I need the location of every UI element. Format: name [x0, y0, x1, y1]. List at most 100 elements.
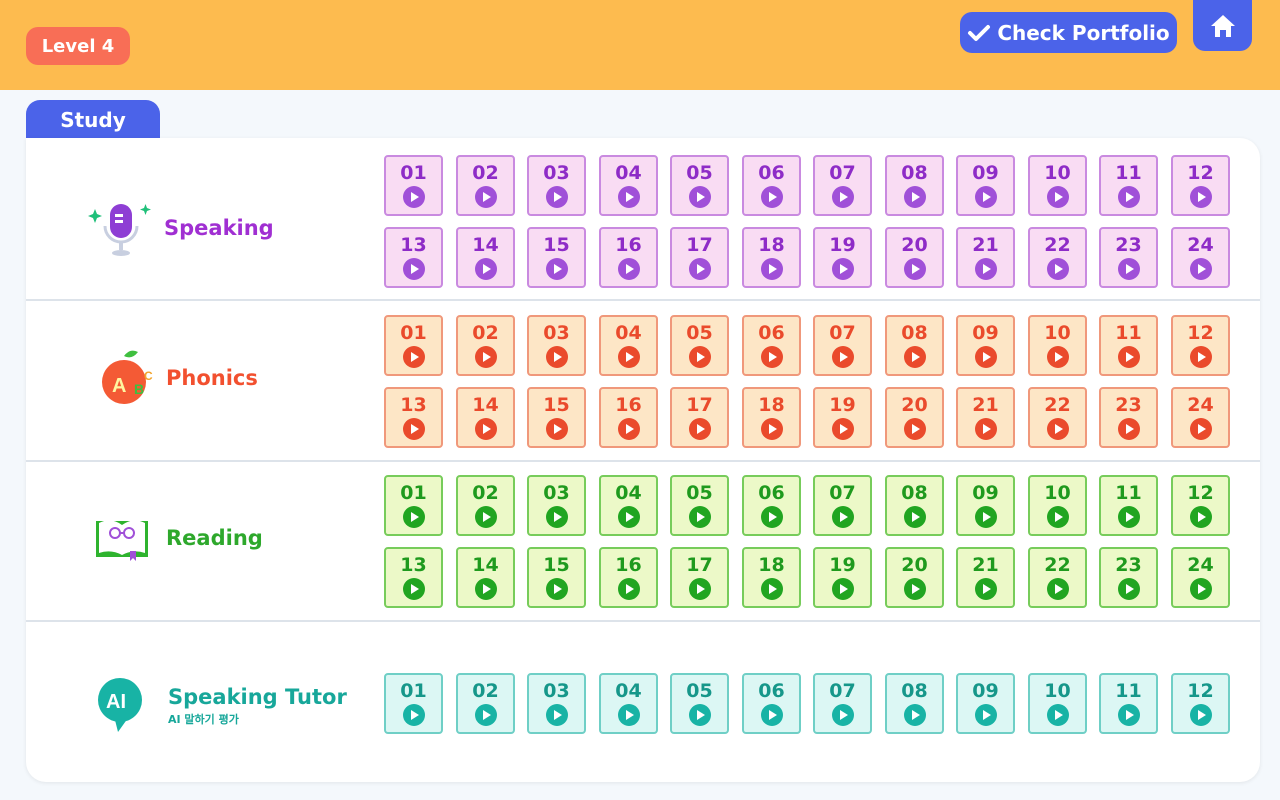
- speaking-lesson-21[interactable]: 21: [956, 227, 1015, 288]
- reading-lesson-05[interactable]: 05: [670, 475, 729, 536]
- ai_tutor-lesson-07[interactable]: 07: [813, 673, 872, 734]
- reading-lesson-18[interactable]: 18: [742, 547, 801, 608]
- lesson-number: 12: [1187, 680, 1214, 702]
- phonics-lesson-11[interactable]: 11: [1099, 315, 1158, 376]
- reading-lesson-22[interactable]: 22: [1028, 547, 1087, 608]
- phonics-lesson-10[interactable]: 10: [1028, 315, 1087, 376]
- reading-lesson-03[interactable]: 03: [527, 475, 586, 536]
- ai_tutor-lesson-03[interactable]: 03: [527, 673, 586, 734]
- speaking-lesson-01[interactable]: 01: [384, 155, 443, 216]
- phonics-lesson-05[interactable]: 05: [670, 315, 729, 376]
- reading-lesson-04[interactable]: 04: [599, 475, 658, 536]
- reading-lesson-20[interactable]: 20: [885, 547, 944, 608]
- ai_tutor-lesson-02[interactable]: 02: [456, 673, 515, 734]
- lesson-number: 23: [1115, 394, 1142, 416]
- speaking-lesson-07[interactable]: 07: [813, 155, 872, 216]
- phonics-lesson-20[interactable]: 20: [885, 387, 944, 448]
- lesson-number: 03: [543, 162, 570, 184]
- speaking-lesson-02[interactable]: 02: [456, 155, 515, 216]
- phonics-lesson-19[interactable]: 19: [813, 387, 872, 448]
- ai_tutor-lesson-01[interactable]: 01: [384, 673, 443, 734]
- reading-lesson-23[interactable]: 23: [1099, 547, 1158, 608]
- ai_tutor-lesson-06[interactable]: 06: [742, 673, 801, 734]
- speaking-lesson-17[interactable]: 17: [670, 227, 729, 288]
- reading-lesson-08[interactable]: 08: [885, 475, 944, 536]
- phonics-lesson-03[interactable]: 03: [527, 315, 586, 376]
- phonics-lesson-08[interactable]: 08: [885, 315, 944, 376]
- reading-lesson-24[interactable]: 24: [1171, 547, 1230, 608]
- reading-lesson-16[interactable]: 16: [599, 547, 658, 608]
- ai_tutor-lesson-04[interactable]: 04: [599, 673, 658, 734]
- speaking-lesson-11[interactable]: 11: [1099, 155, 1158, 216]
- speaking-lesson-20[interactable]: 20: [885, 227, 944, 288]
- lesson-number: 06: [758, 680, 785, 702]
- speaking-lesson-10[interactable]: 10: [1028, 155, 1087, 216]
- speaking-lesson-03[interactable]: 03: [527, 155, 586, 216]
- phonics-lesson-01[interactable]: 01: [384, 315, 443, 376]
- reading-lesson-19[interactable]: 19: [813, 547, 872, 608]
- speaking-lesson-19[interactable]: 19: [813, 227, 872, 288]
- lesson-number: 14: [472, 234, 499, 256]
- speaking-lesson-09[interactable]: 09: [956, 155, 1015, 216]
- ai_tutor-lesson-09[interactable]: 09: [956, 673, 1015, 734]
- phonics-lesson-14[interactable]: 14: [456, 387, 515, 448]
- phonics-lesson-07[interactable]: 07: [813, 315, 872, 376]
- lesson-number: 08: [901, 482, 928, 504]
- reading-lesson-11[interactable]: 11: [1099, 475, 1158, 536]
- ai_tutor-lesson-12[interactable]: 12: [1171, 673, 1230, 734]
- ai_tutor-lesson-10[interactable]: 10: [1028, 673, 1087, 734]
- speaking-lesson-22[interactable]: 22: [1028, 227, 1087, 288]
- reading-lesson-12[interactable]: 12: [1171, 475, 1230, 536]
- phonics-lesson-21[interactable]: 21: [956, 387, 1015, 448]
- reading-lesson-07[interactable]: 07: [813, 475, 872, 536]
- reading-lesson-14[interactable]: 14: [456, 547, 515, 608]
- reading-lesson-21[interactable]: 21: [956, 547, 1015, 608]
- play-icon: [688, 418, 711, 440]
- speaking-lesson-16[interactable]: 16: [599, 227, 658, 288]
- phonics-lesson-24[interactable]: 24: [1171, 387, 1230, 448]
- speaking-lesson-08[interactable]: 08: [885, 155, 944, 216]
- phonics-lesson-17[interactable]: 17: [670, 387, 729, 448]
- check-portfolio-button[interactable]: Check Portfolio: [960, 12, 1177, 53]
- speaking-lesson-06[interactable]: 06: [742, 155, 801, 216]
- reading-lesson-02[interactable]: 02: [456, 475, 515, 536]
- speaking-lesson-13[interactable]: 13: [384, 227, 443, 288]
- reading-lesson-10[interactable]: 10: [1028, 475, 1087, 536]
- speaking-lesson-04[interactable]: 04: [599, 155, 658, 216]
- ai_tutor-lesson-05[interactable]: 05: [670, 673, 729, 734]
- phonics-lesson-04[interactable]: 04: [599, 315, 658, 376]
- reading-lesson-09[interactable]: 09: [956, 475, 1015, 536]
- home-button[interactable]: [1193, 0, 1252, 51]
- speaking-row-label: Speaking: [88, 198, 274, 258]
- speaking-lesson-24[interactable]: 24: [1171, 227, 1230, 288]
- phonics-lesson-12[interactable]: 12: [1171, 315, 1230, 376]
- phonics-lesson-06[interactable]: 06: [742, 315, 801, 376]
- speaking-lesson-23[interactable]: 23: [1099, 227, 1158, 288]
- reading-lesson-01[interactable]: 01: [384, 475, 443, 536]
- reading-lesson-17[interactable]: 17: [670, 547, 729, 608]
- phonics-lesson-22[interactable]: 22: [1028, 387, 1087, 448]
- speaking-lesson-05[interactable]: 05: [670, 155, 729, 216]
- lesson-number: 19: [829, 554, 856, 576]
- lesson-number: 17: [686, 394, 713, 416]
- phonics-lesson-16[interactable]: 16: [599, 387, 658, 448]
- lesson-number: 10: [1044, 322, 1071, 344]
- phonics-lesson-02[interactable]: 02: [456, 315, 515, 376]
- phonics-lesson-23[interactable]: 23: [1099, 387, 1158, 448]
- speaking-lesson-12[interactable]: 12: [1171, 155, 1230, 216]
- phonics-lesson-09[interactable]: 09: [956, 315, 1015, 376]
- speaking-lesson-15[interactable]: 15: [527, 227, 586, 288]
- speaking-lesson-18[interactable]: 18: [742, 227, 801, 288]
- play-icon: [1046, 346, 1069, 368]
- reading-lesson-15[interactable]: 15: [527, 547, 586, 608]
- ai_tutor-lesson-11[interactable]: 11: [1099, 673, 1158, 734]
- phonics-lesson-15[interactable]: 15: [527, 387, 586, 448]
- play-icon: [474, 578, 497, 600]
- speaking-lesson-14[interactable]: 14: [456, 227, 515, 288]
- phonics-lesson-18[interactable]: 18: [742, 387, 801, 448]
- reading-lesson-06[interactable]: 06: [742, 475, 801, 536]
- tab-study[interactable]: Study: [26, 100, 160, 140]
- phonics-lesson-13[interactable]: 13: [384, 387, 443, 448]
- ai_tutor-lesson-08[interactable]: 08: [885, 673, 944, 734]
- reading-lesson-13[interactable]: 13: [384, 547, 443, 608]
